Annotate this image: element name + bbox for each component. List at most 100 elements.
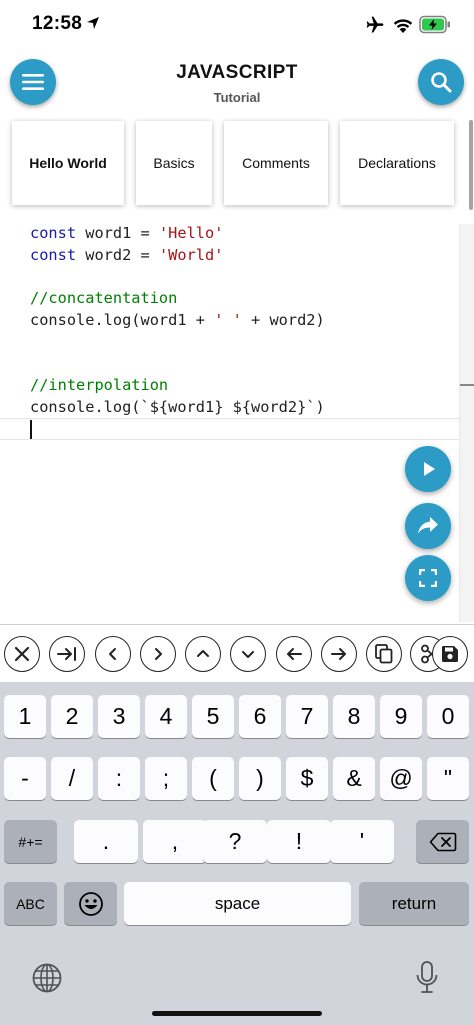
symbols-key[interactable]: #+= (4, 820, 57, 863)
search-icon (431, 72, 452, 93)
key-exclamation[interactable]: ! (267, 820, 331, 863)
key-0[interactable]: 0 (427, 695, 469, 738)
location-arrow-icon (87, 17, 99, 29)
tab-button[interactable] (49, 636, 85, 672)
active-line-highlight (0, 418, 472, 440)
key-2[interactable]: 2 (51, 695, 93, 738)
tab-hello-world[interactable]: Hello World (12, 121, 124, 205)
key-ampersand[interactable]: & (333, 757, 375, 800)
key-3[interactable]: 3 (98, 695, 140, 738)
microphone-icon[interactable] (414, 960, 440, 996)
chevron-down-icon (242, 651, 254, 658)
emoji-icon (78, 891, 103, 916)
code-line-9: console.log(`${word1} ${word2}`) (30, 398, 325, 416)
key-5[interactable]: 5 (192, 695, 234, 738)
close-button[interactable] (4, 636, 40, 672)
code-text: + word2) (241, 311, 325, 329)
tab-declarations[interactable]: Declarations (340, 121, 454, 205)
code-text: console.log(word1 + (30, 311, 215, 329)
key-apostrophe[interactable]: ' (330, 820, 394, 863)
topic-tabs: Hello World Basics Comments Declarations (0, 118, 474, 210)
arrow-left-icon (287, 648, 302, 660)
code-line-1: const word1 = 'Hello' (30, 224, 223, 242)
emoji-key[interactable] (64, 882, 117, 925)
abc-key[interactable]: ABC (4, 882, 57, 925)
app-title: JAVASCRIPT (176, 62, 298, 83)
battery-charging-icon (419, 15, 450, 34)
delete-key[interactable] (416, 820, 469, 863)
close-icon (14, 646, 30, 662)
key-colon[interactable]: : (98, 757, 140, 800)
tab-icon (57, 647, 76, 661)
chevron-left-icon (109, 648, 116, 660)
code-line-5: console.log(word1 + ' ' + word2) (30, 311, 325, 329)
editor-scrollbar-thumb[interactable] (460, 384, 474, 386)
keyboard: 1 2 3 4 5 6 7 8 9 0 - / : ; ( ) $ & @ " … (0, 682, 474, 1025)
backspace-icon (429, 832, 456, 851)
key-quote[interactable]: " (427, 757, 469, 800)
chevron-right-icon (155, 648, 162, 660)
cursor-down-button[interactable] (230, 636, 266, 672)
fullscreen-button[interactable] (405, 555, 451, 601)
wifi-icon (393, 19, 413, 33)
key-6[interactable]: 6 (239, 695, 281, 738)
editor-toolbar (0, 624, 474, 682)
tab-basics[interactable]: Basics (136, 121, 212, 205)
key-hyphen[interactable]: - (4, 757, 46, 800)
fullscreen-icon (419, 569, 437, 587)
text-cursor (30, 420, 32, 439)
space-key[interactable]: space (124, 882, 351, 925)
code-line-2: const word2 = 'World' (30, 246, 223, 264)
app-screen: 12:58 JAVASCRIPT Tutorial Hello World Ba… (0, 0, 474, 1025)
undo-button[interactable] (276, 636, 312, 672)
save-button[interactable] (432, 636, 468, 672)
status-time: 12:58 (32, 13, 83, 34)
cursor-up-button[interactable] (185, 636, 221, 672)
play-icon (424, 462, 435, 476)
key-question[interactable]: ? (203, 820, 267, 863)
arrow-right-icon (331, 648, 346, 660)
code-line-8: //interpolation (30, 376, 169, 394)
airplane-icon (366, 16, 384, 33)
save-icon (442, 646, 458, 662)
cursor-left-button[interactable] (95, 636, 131, 672)
key-dollar[interactable]: $ (286, 757, 328, 800)
code-string: 'World' (158, 246, 224, 264)
share-button[interactable] (405, 503, 451, 549)
key-semicolon[interactable]: ; (145, 757, 187, 800)
chevron-up-icon (197, 650, 209, 657)
return-key[interactable]: return (359, 882, 469, 925)
code-text: word2 = (76, 246, 159, 264)
globe-icon[interactable] (31, 962, 63, 994)
status-bar: 12:58 (0, 0, 474, 50)
key-period[interactable]: . (74, 820, 138, 863)
tab-comments[interactable]: Comments (224, 121, 328, 205)
code-keyword: const (30, 224, 77, 242)
tabs-scrollbar[interactable] (466, 120, 474, 212)
code-text: word1 = (76, 224, 159, 242)
key-9[interactable]: 9 (380, 695, 422, 738)
code-string: 'Hello' (158, 224, 224, 242)
search-button[interactable] (418, 59, 464, 105)
key-open-paren[interactable]: ( (192, 757, 234, 800)
cursor-right-button[interactable] (140, 636, 176, 672)
editor-scrollbar[interactable] (459, 224, 474, 622)
key-at[interactable]: @ (380, 757, 422, 800)
key-slash[interactable]: / (51, 757, 93, 800)
copy-button[interactable] (366, 636, 402, 672)
redo-button[interactable] (321, 636, 357, 672)
copy-icon (375, 644, 393, 664)
app-subtitle: Tutorial (213, 90, 261, 105)
key-1[interactable]: 1 (4, 695, 46, 738)
key-7[interactable]: 7 (286, 695, 328, 738)
code-keyword: const (30, 246, 77, 264)
home-indicator (152, 1011, 322, 1016)
key-comma[interactable]: , (143, 820, 207, 863)
code-line-4: //concatentation (30, 289, 178, 307)
share-icon (418, 517, 438, 534)
run-button[interactable] (405, 446, 451, 492)
key-8[interactable]: 8 (333, 695, 375, 738)
key-4[interactable]: 4 (145, 695, 187, 738)
code-string: ' ' (214, 311, 242, 329)
key-close-paren[interactable]: ) (239, 757, 281, 800)
